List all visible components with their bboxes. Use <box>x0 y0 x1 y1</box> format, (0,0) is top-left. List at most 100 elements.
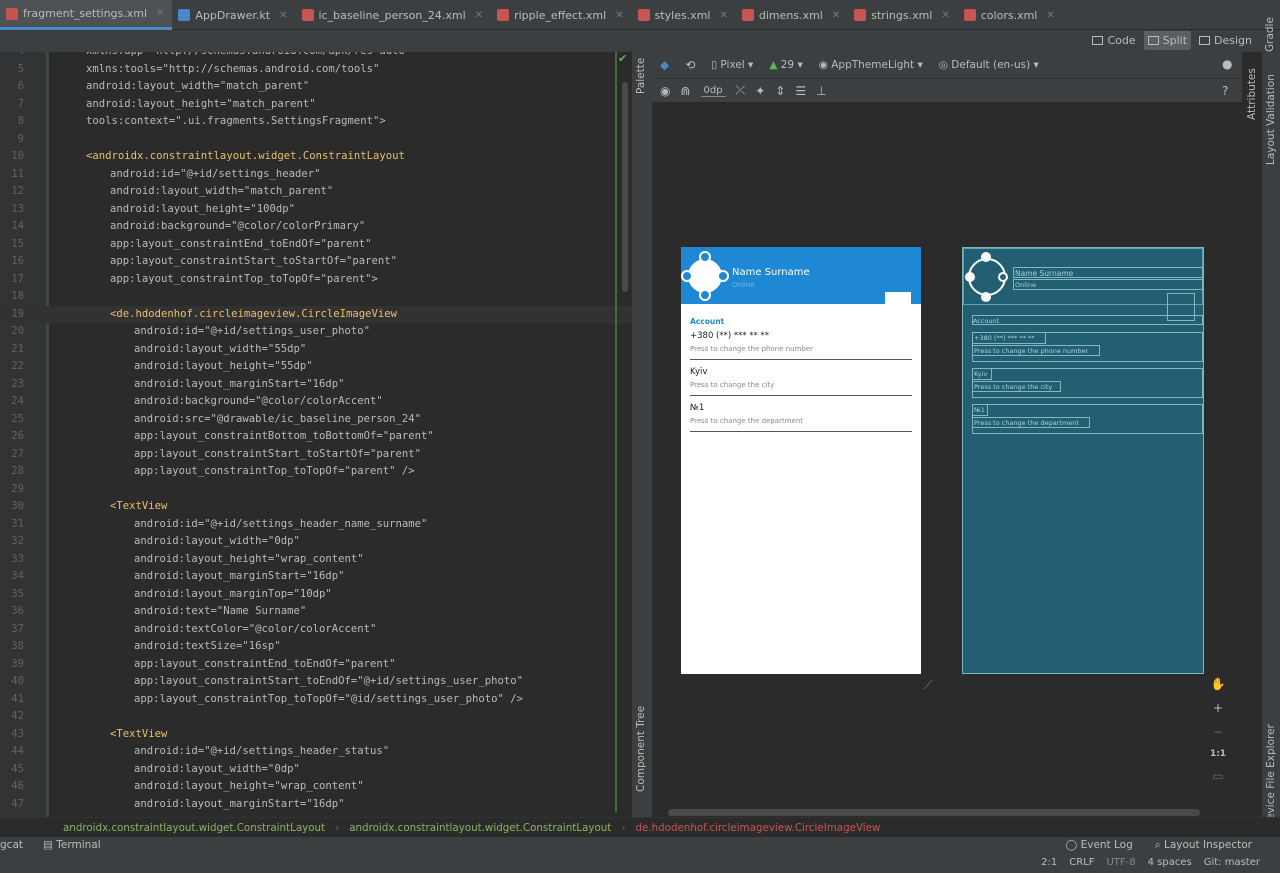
pan-hand-icon[interactable]: ✋ <box>1211 677 1226 691</box>
align-icon[interactable]: ☰ <box>795 84 806 98</box>
code-line[interactable]: 35 android:layout_marginTop="10dp" <box>0 586 632 604</box>
magnet-icon[interactable]: ⋒ <box>680 84 690 98</box>
attributes-tab[interactable]: Attributes <box>1246 68 1258 120</box>
design-hscroll[interactable] <box>668 809 1200 816</box>
orientation-icon[interactable]: ⟲ <box>685 58 695 72</box>
code-line[interactable]: 24 android:background="@color/colorAccent… <box>0 393 632 411</box>
bp-handle-right[interactable] <box>998 272 1008 282</box>
close-tab-icon[interactable]: ✕ <box>1046 10 1054 21</box>
blueprint-preview[interactable]: Name Surname Online Account +380 (**) **… <box>962 247 1204 674</box>
code-mode-button[interactable]: Code <box>1088 31 1139 50</box>
code-line[interactable]: 25 android:src="@drawable/ic_baseline_per… <box>0 411 632 429</box>
api-selector[interactable]: ▲ 29 ▾ <box>769 59 802 71</box>
design-mode-button[interactable]: Design <box>1195 31 1256 50</box>
code-line[interactable]: 20 android:id="@+id/settings_user_photo" <box>0 323 632 341</box>
file-tab[interactable]: ic_baseline_person_24.xml ✕ <box>296 0 492 30</box>
close-tab-icon[interactable]: ✕ <box>279 10 287 21</box>
code-line[interactable]: 39 app:layout_constraintEnd_toEndOf="pare… <box>0 656 632 674</box>
eye-icon[interactable]: ◉ <box>660 84 670 98</box>
palette-tab[interactable]: Palette <box>635 58 647 94</box>
code-line[interactable]: 14 android:background="@color/colorPrimar… <box>0 218 632 236</box>
code-line[interactable]: 27 app:layout_constraintStart_toStartOf="… <box>0 446 632 464</box>
code-line[interactable]: 45 android:layout_width="0dp" <box>0 761 632 779</box>
bp-handle-left[interactable] <box>965 272 975 282</box>
pack-icon[interactable]: ⇕ <box>775 84 785 98</box>
layout-inspector-tab[interactable]: ⌕ Layout Inspector <box>1155 839 1252 852</box>
code-line[interactable]: 12 android:layout_width="match_parent" <box>0 183 632 201</box>
theme-selector[interactable]: ◉ AppThemeLight ▾ <box>819 59 923 71</box>
code-line[interactable]: 28 app:layout_constraintTop_toTopOf="pare… <box>0 463 632 481</box>
guidelines-icon[interactable]: ⊥ <box>816 84 826 98</box>
event-log-tab[interactable]: ◯ Event Log <box>1066 839 1133 852</box>
infer-constraints-icon[interactable]: ✦ <box>755 84 765 98</box>
help-icon[interactable]: ? <box>1222 84 1228 98</box>
default-margin-field[interactable]: 0dp <box>700 85 726 97</box>
logcat-tab[interactable]: gcat <box>0 839 23 851</box>
code-line[interactable]: 4 xmlns:app="http://schemas.android.com/a… <box>0 52 632 61</box>
close-tab-icon[interactable]: ✕ <box>475 10 483 21</box>
device-file-explorer-tab[interactable]: Device File Explorer <box>1265 724 1277 828</box>
zoom-in-button[interactable]: + <box>1213 701 1223 715</box>
line-separator[interactable]: CRLF <box>1069 857 1094 868</box>
split-mode-button[interactable]: Split <box>1143 31 1192 50</box>
breadcrumb-item[interactable]: androidx.constraintlayout.widget.Constra… <box>349 822 611 834</box>
indent-setting[interactable]: 4 spaces <box>1148 857 1192 868</box>
locale-selector[interactable]: ◎ Default (en-us) ▾ <box>939 59 1039 71</box>
code-line[interactable]: 22 android:layout_height="55dp" <box>0 358 632 376</box>
code-line[interactable]: 30 <TextView <box>0 498 632 516</box>
code-line[interactable]: 10 <androidx.constraintlayout.widget.Cons… <box>0 148 632 166</box>
resize-handle-left[interactable] <box>681 270 693 282</box>
close-tab-icon[interactable]: ✕ <box>615 10 623 21</box>
code-line[interactable]: 33 android:layout_height="wrap_content" <box>0 551 632 569</box>
terminal-tab[interactable]: ▤ Terminal <box>43 839 101 851</box>
close-tab-icon[interactable]: ✕ <box>156 8 164 19</box>
code-line[interactable]: 43 <TextView <box>0 726 632 744</box>
warning-icon[interactable]: ● <box>1222 57 1232 71</box>
zoom-fit-icon[interactable]: ▭ <box>1212 769 1223 783</box>
device-selector[interactable]: ▯ Pixel ▾ <box>711 59 753 71</box>
code-line[interactable]: 23 android:layout_marginStart="16dp" <box>0 376 632 394</box>
close-tab-icon[interactable]: ✕ <box>719 10 727 21</box>
close-tab-icon[interactable]: ✕ <box>941 10 949 21</box>
code-line[interactable]: 26 app:layout_constraintBottom_toBottomOf… <box>0 428 632 446</box>
code-line[interactable]: 29 <box>0 481 632 499</box>
code-line[interactable]: 21 android:layout_width="55dp" <box>0 341 632 359</box>
canvas-resize-icon[interactable]: ⟋ <box>924 678 932 693</box>
file-tab[interactable]: dimens.xml ✕ <box>736 0 848 30</box>
layout-validation-tab[interactable]: Layout Validation <box>1265 74 1277 165</box>
file-tab[interactable]: strings.xml ✕ <box>848 0 957 30</box>
code-line[interactable]: 40 app:layout_constraintStart_toEndOf="@+… <box>0 673 632 691</box>
code-line[interactable]: 38 android:textSize="16sp" <box>0 638 632 656</box>
code-line[interactable]: 9 <box>0 131 632 149</box>
resize-handle-bottom[interactable] <box>699 289 711 301</box>
code-line[interactable]: 37 android:textColor="@color/colorAccent" <box>0 621 632 639</box>
design-canvas[interactable]: Name Surname Online Account +380 (**) **… <box>652 102 1242 817</box>
bp-handle-bottom[interactable] <box>981 292 991 302</box>
code-line[interactable]: 8 tools:context=".ui.fragments.SettingsFr… <box>0 113 632 131</box>
code-line[interactable]: 47 android:layout_marginStart="16dp" <box>0 796 632 814</box>
code-line[interactable]: 16 app:layout_constraintStart_toStartOf="… <box>0 253 632 271</box>
zoom-actual-size-button[interactable]: 1:1 <box>1210 749 1226 759</box>
code-line[interactable]: 36 android:text="Name Surname" <box>0 603 632 621</box>
resize-handle-top[interactable] <box>699 251 711 263</box>
change-photo-button[interactable] <box>885 292 911 306</box>
code-line[interactable]: 11 android:id="@+id/settings_header" <box>0 166 632 184</box>
code-line[interactable]: 18 <box>0 288 632 306</box>
design-preview[interactable]: Name Surname Online Account +380 (**) **… <box>681 247 921 674</box>
file-tab[interactable]: AppDrawer.kt ✕ <box>172 0 295 30</box>
git-branch[interactable]: Git: master <box>1204 857 1260 868</box>
code-line[interactable]: 31 android:id="@+id/settings_header_name_… <box>0 516 632 534</box>
file-tab[interactable]: fragment_settings.xml ✕ <box>0 0 173 30</box>
breadcrumb-item[interactable]: androidx.constraintlayout.widget.Constra… <box>63 822 325 834</box>
file-tab[interactable]: styles.xml ✕ <box>632 0 736 30</box>
clear-constraints-icon[interactable]: ⤫ <box>736 83 746 98</box>
code-line[interactable]: 19 <de.hdodenhof.circleimageview.CircleIm… <box>0 305 632 323</box>
code-line[interactable]: 41 app:layout_constraintTop_toTopOf="@id/… <box>0 691 632 709</box>
file-tab[interactable]: colors.xml ✕ <box>958 0 1063 30</box>
code-line[interactable]: 17 app:layout_constraintTop_toTopOf="pare… <box>0 271 632 289</box>
file-tab[interactable]: ripple_effect.xml ✕ <box>491 0 632 30</box>
code-line[interactable]: 5 xmlns:tools="http://schemas.android.com… <box>0 61 632 79</box>
gradle-tab[interactable]: Gradle <box>1264 17 1276 52</box>
component-tree-tab[interactable]: Component Tree <box>635 706 647 792</box>
code-line[interactable]: 15 app:layout_constraintEnd_toEndOf="pare… <box>0 236 632 254</box>
